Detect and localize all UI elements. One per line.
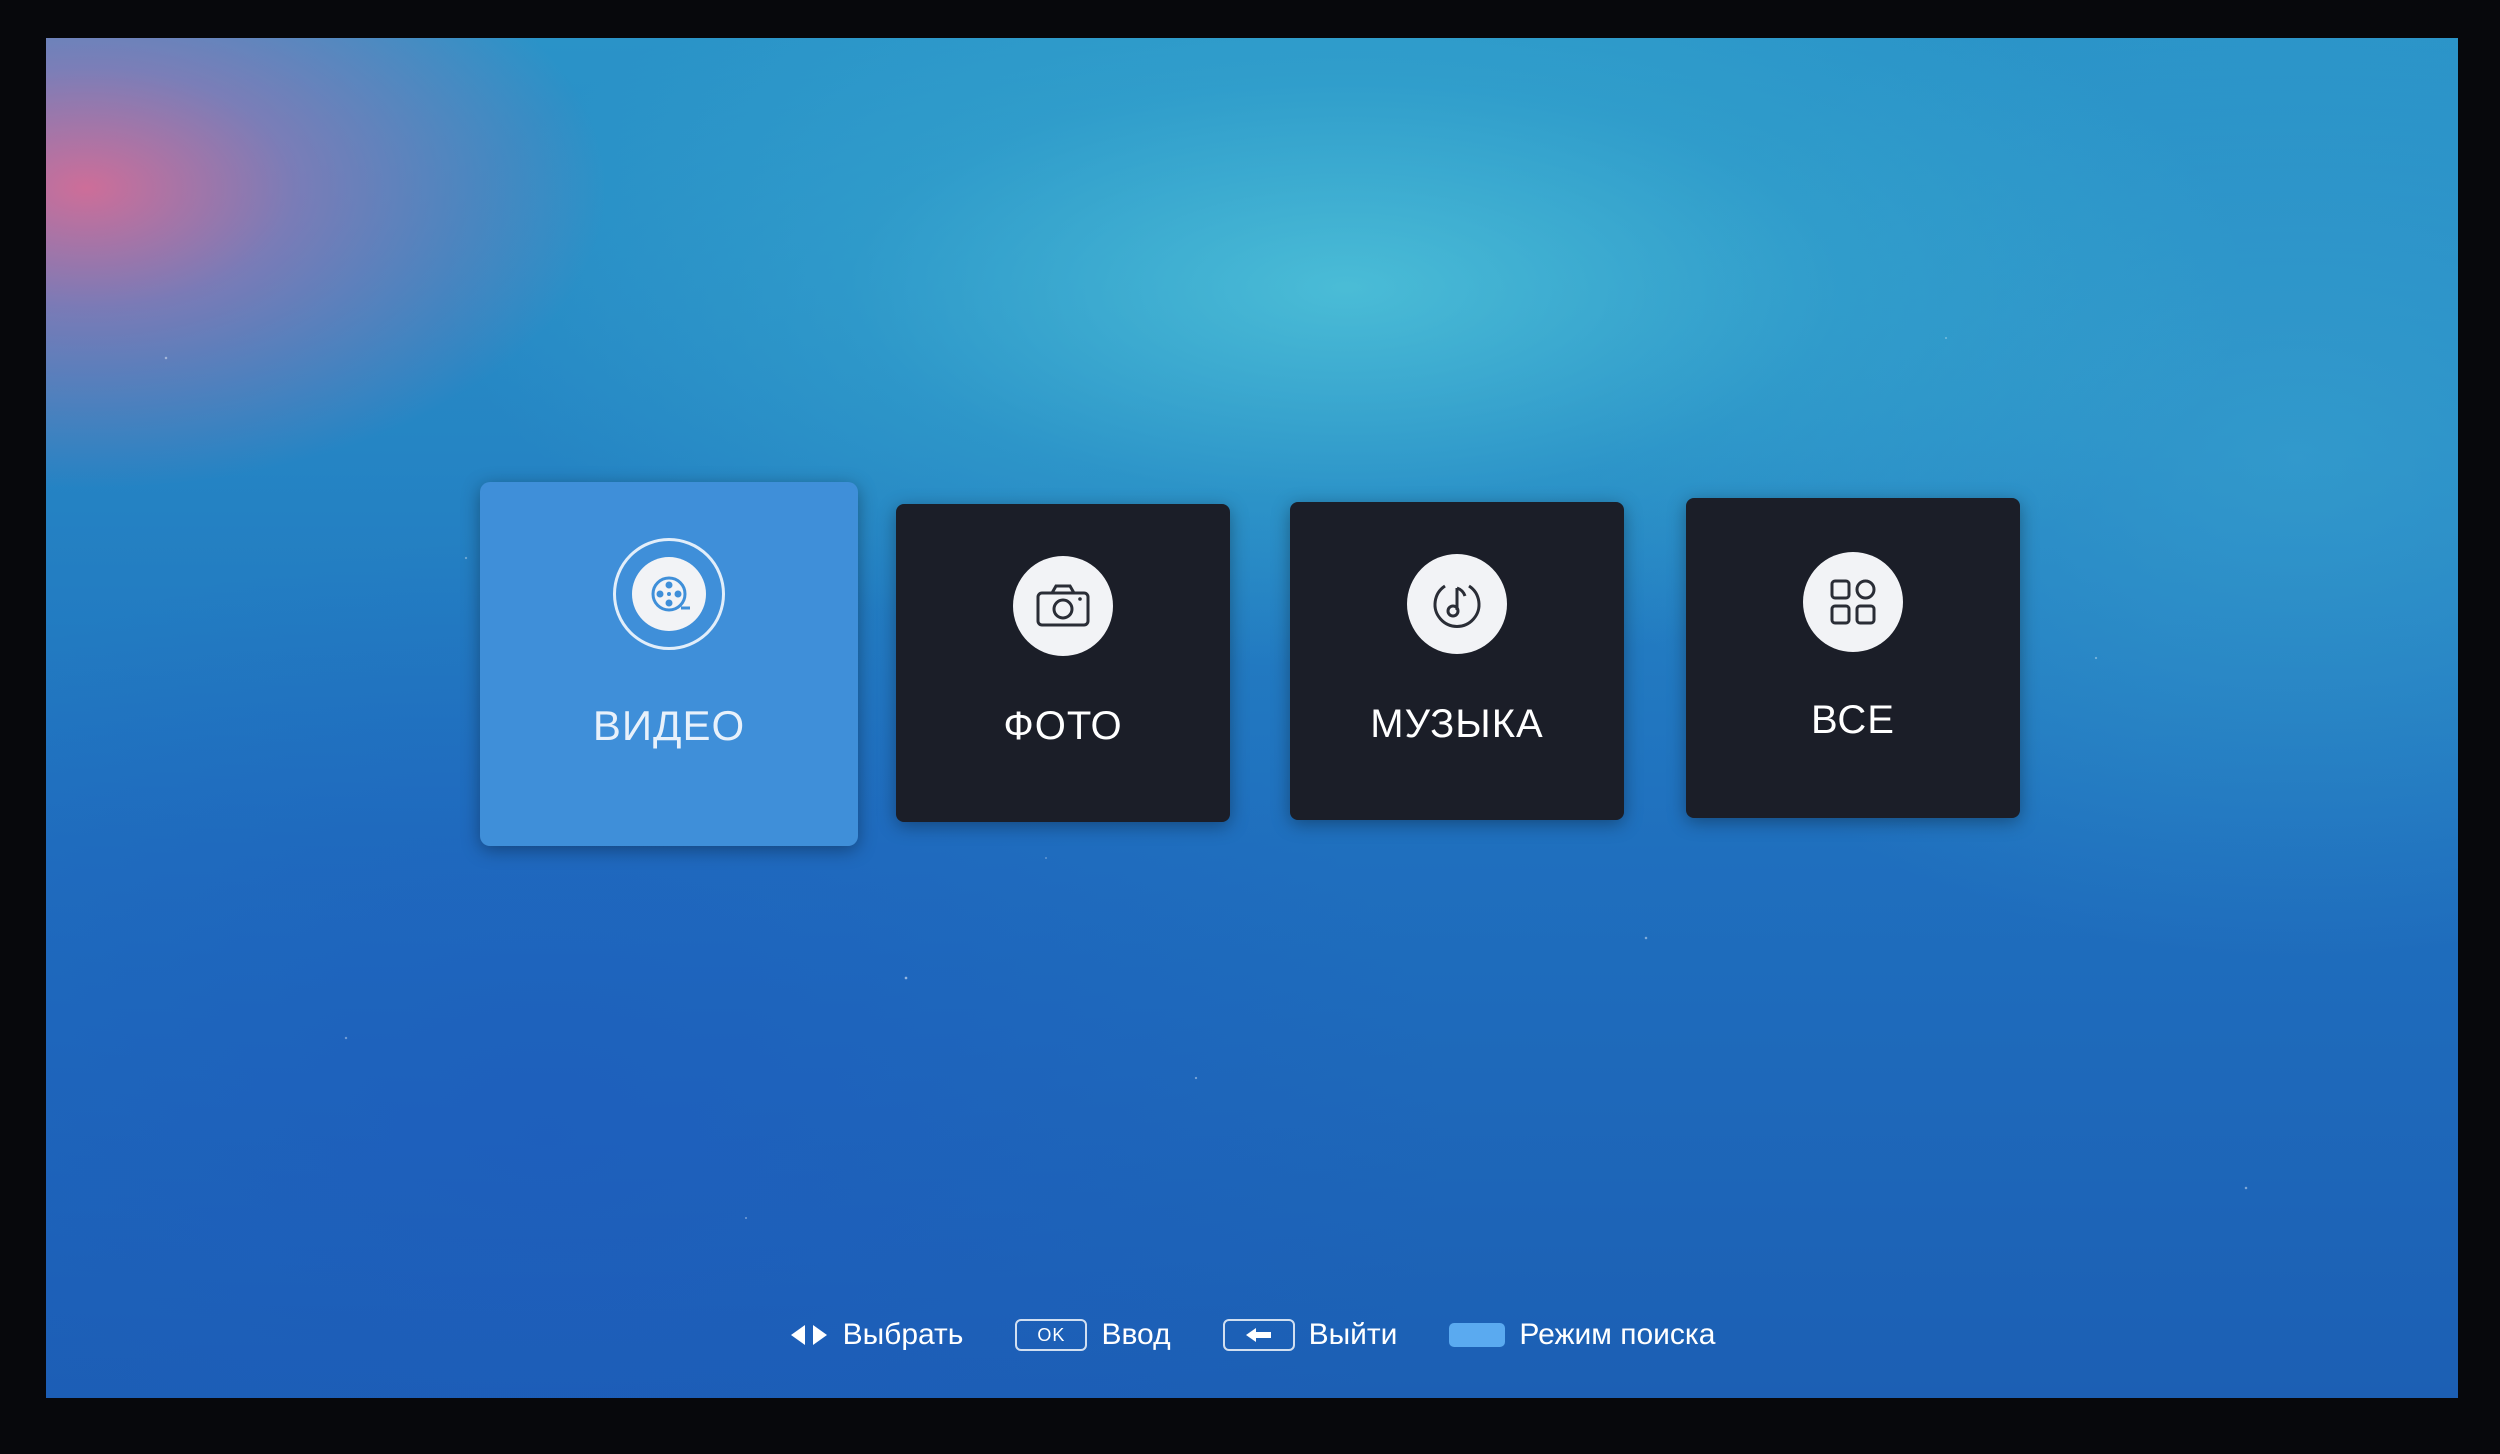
back-arrow-icon: [1222, 1319, 1295, 1351]
tile-all-label: ВСЕ: [1811, 698, 1895, 742]
media-menu: ВИДЕО ФОТО МУЗЫКА ВСЕ: [46, 38, 2458, 1398]
remote-hints-bar: Выбрать OK Ввод Выйти Режим поиска: [46, 1310, 2458, 1360]
hint-exit: Выйти: [1222, 1318, 1398, 1352]
hint-enter: OK Ввод: [1015, 1318, 1171, 1352]
ok-key-icon: OK: [1015, 1319, 1088, 1351]
music-note-icon: [1407, 554, 1507, 654]
tv-screen: ВИДЕО ФОТО МУЗЫКА ВСЕ Выбрать OK Ввод Вы…: [46, 38, 2458, 1398]
hint-search-mode: Режим поиска: [1449, 1318, 1715, 1352]
tile-all[interactable]: ВСЕ: [1686, 498, 2020, 818]
blue-key-icon: [1449, 1323, 1506, 1347]
camera-icon: [1013, 556, 1113, 656]
hint-enter-label: Ввод: [1101, 1318, 1171, 1351]
hint-select-label: Выбрать: [842, 1318, 964, 1351]
hint-select: Выбрать: [789, 1318, 964, 1352]
hint-search-mode-label: Режим поиска: [1519, 1318, 1716, 1351]
left-right-arrows-icon: [789, 1322, 829, 1348]
tile-video-label: ВИДЕО: [592, 702, 746, 749]
tile-photo-label: ФОТО: [1003, 704, 1123, 748]
tile-photo[interactable]: ФОТО: [896, 504, 1230, 822]
film-reel-icon: [613, 538, 725, 650]
tile-music[interactable]: МУЗЫКА: [1290, 502, 1624, 820]
tile-music-label: МУЗЫКА: [1370, 702, 1544, 746]
grid-apps-icon: [1803, 552, 1903, 652]
hint-exit-label: Выйти: [1308, 1318, 1398, 1351]
tile-video[interactable]: ВИДЕО: [480, 482, 858, 846]
